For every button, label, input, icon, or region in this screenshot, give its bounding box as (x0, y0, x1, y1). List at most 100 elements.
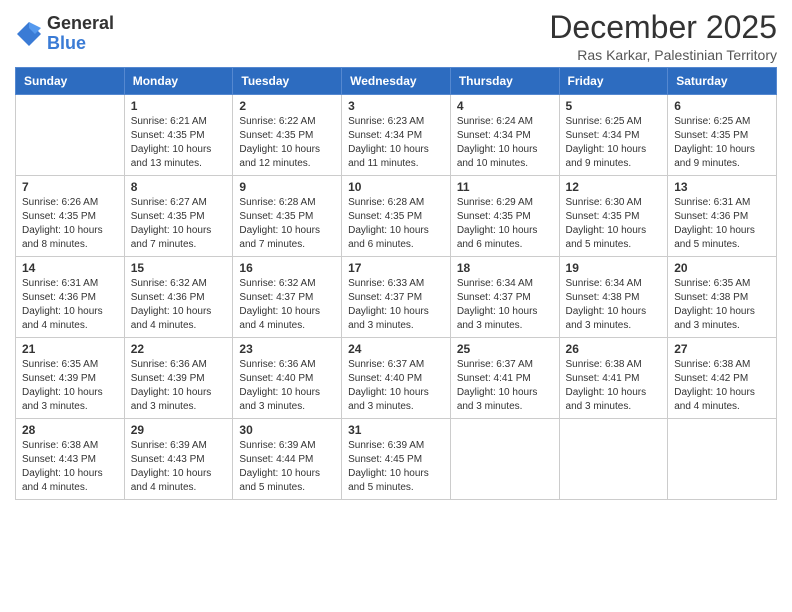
day-number: 29 (131, 423, 227, 437)
day-number: 18 (457, 261, 553, 275)
day-number: 13 (674, 180, 770, 194)
day-number: 15 (131, 261, 227, 275)
calendar-week-row: 1 Sunrise: 6:21 AM Sunset: 4:35 PM Daylig… (16, 95, 777, 176)
day-info: Sunrise: 6:21 AM Sunset: 4:35 PM Dayligh… (131, 115, 227, 171)
day-number: 2 (239, 99, 335, 113)
calendar-cell: 31 Sunrise: 6:39 AM Sunset: 4:45 PM Dayli… (342, 419, 451, 500)
day-number: 27 (674, 342, 770, 356)
day-info: Sunrise: 6:30 AM Sunset: 4:35 PM Dayligh… (566, 196, 662, 252)
day-number: 24 (348, 342, 444, 356)
calendar-week-row: 21Sunrise: 6:35 AM Sunset: 4:39 PM Dayli… (16, 338, 777, 419)
day-info: Sunrise: 6:32 AM Sunset: 4:36 PM Dayligh… (131, 277, 227, 333)
calendar-week-row: 28Sunrise: 6:38 AM Sunset: 4:43 PM Dayli… (16, 419, 777, 500)
day-info: Sunrise: 6:37 AM Sunset: 4:41 PM Dayligh… (457, 358, 553, 414)
day-number: 23 (239, 342, 335, 356)
calendar-cell: 11 Sunrise: 6:29 AM Sunset: 4:35 PM Dayli… (450, 176, 559, 257)
calendar-cell: 6 Sunrise: 6:25 AM Sunset: 4:35 PM Daylig… (668, 95, 777, 176)
day-number: 20 (674, 261, 770, 275)
calendar-cell (668, 419, 777, 500)
day-number: 14 (22, 261, 118, 275)
day-number: 6 (674, 99, 770, 113)
day-info: Sunrise: 6:34 AM Sunset: 4:38 PM Dayligh… (566, 277, 662, 333)
day-info: Sunrise: 6:39 AM Sunset: 4:43 PM Dayligh… (131, 439, 227, 495)
calendar-cell: 28Sunrise: 6:38 AM Sunset: 4:43 PM Dayli… (16, 419, 125, 500)
day-info: Sunrise: 6:38 AM Sunset: 4:42 PM Dayligh… (674, 358, 770, 414)
calendar-cell: 26Sunrise: 6:38 AM Sunset: 4:41 PM Dayli… (559, 338, 668, 419)
calendar-cell: 15 Sunrise: 6:32 AM Sunset: 4:36 PM Dayli… (124, 257, 233, 338)
day-of-week-header: Friday (559, 68, 668, 95)
calendar-cell: 20 Sunrise: 6:35 AM Sunset: 4:38 PM Dayli… (668, 257, 777, 338)
calendar-cell: 3 Sunrise: 6:23 AM Sunset: 4:34 PM Daylig… (342, 95, 451, 176)
calendar-cell: 16Sunrise: 6:32 AM Sunset: 4:37 PM Dayli… (233, 257, 342, 338)
day-of-week-header: Sunday (16, 68, 125, 95)
day-info: Sunrise: 6:31 AM Sunset: 4:36 PM Dayligh… (22, 277, 118, 333)
day-number: 30 (239, 423, 335, 437)
day-info: Sunrise: 6:27 AM Sunset: 4:35 PM Dayligh… (131, 196, 227, 252)
day-info: Sunrise: 6:39 AM Sunset: 4:44 PM Dayligh… (239, 439, 335, 495)
day-number: 31 (348, 423, 444, 437)
calendar-cell: 22 Sunrise: 6:36 AM Sunset: 4:39 PM Dayli… (124, 338, 233, 419)
day-info: Sunrise: 6:39 AM Sunset: 4:45 PM Dayligh… (348, 439, 444, 495)
day-of-week-header: Wednesday (342, 68, 451, 95)
calendar-cell: 14 Sunrise: 6:31 AM Sunset: 4:36 PM Dayli… (16, 257, 125, 338)
day-info: Sunrise: 6:33 AM Sunset: 4:37 PM Dayligh… (348, 277, 444, 333)
calendar-cell: 21Sunrise: 6:35 AM Sunset: 4:39 PM Dayli… (16, 338, 125, 419)
day-info: Sunrise: 6:25 AM Sunset: 4:34 PM Dayligh… (566, 115, 662, 171)
day-number: 7 (22, 180, 118, 194)
day-number: 25 (457, 342, 553, 356)
location-text: Ras Karkar, Palestinian Territory (549, 47, 777, 63)
day-info: Sunrise: 6:25 AM Sunset: 4:35 PM Dayligh… (674, 115, 770, 171)
day-number: 22 (131, 342, 227, 356)
logo-blue-text: Blue (47, 34, 114, 54)
day-of-week-header: Saturday (668, 68, 777, 95)
day-info: Sunrise: 6:31 AM Sunset: 4:36 PM Dayligh… (674, 196, 770, 252)
calendar-cell: 10 Sunrise: 6:28 AM Sunset: 4:35 PM Dayli… (342, 176, 451, 257)
calendar-cell: 18 Sunrise: 6:34 AM Sunset: 4:37 PM Dayli… (450, 257, 559, 338)
calendar-week-row: 14 Sunrise: 6:31 AM Sunset: 4:36 PM Dayli… (16, 257, 777, 338)
page-header: General Blue December 2025 Ras Karkar, P… (15, 10, 777, 63)
title-section: December 2025 Ras Karkar, Palestinian Te… (549, 10, 777, 63)
day-number: 10 (348, 180, 444, 194)
day-info: Sunrise: 6:23 AM Sunset: 4:34 PM Dayligh… (348, 115, 444, 171)
calendar-cell: 24 Sunrise: 6:37 AM Sunset: 4:40 PM Dayli… (342, 338, 451, 419)
logo-general-text: General (47, 14, 114, 34)
day-info: Sunrise: 6:26 AM Sunset: 4:35 PM Dayligh… (22, 196, 118, 252)
calendar-cell: 2 Sunrise: 6:22 AM Sunset: 4:35 PM Daylig… (233, 95, 342, 176)
calendar-table: SundayMondayTuesdayWednesdayThursdayFrid… (15, 67, 777, 500)
calendar-cell: 27 Sunrise: 6:38 AM Sunset: 4:42 PM Dayli… (668, 338, 777, 419)
day-number: 1 (131, 99, 227, 113)
logo-icon (15, 20, 43, 48)
day-of-week-header: Thursday (450, 68, 559, 95)
calendar-cell: 12Sunrise: 6:30 AM Sunset: 4:35 PM Dayli… (559, 176, 668, 257)
day-info: Sunrise: 6:38 AM Sunset: 4:43 PM Dayligh… (22, 439, 118, 495)
day-info: Sunrise: 6:37 AM Sunset: 4:40 PM Dayligh… (348, 358, 444, 414)
calendar-cell: 25 Sunrise: 6:37 AM Sunset: 4:41 PM Dayli… (450, 338, 559, 419)
day-info: Sunrise: 6:34 AM Sunset: 4:37 PM Dayligh… (457, 277, 553, 333)
day-number: 11 (457, 180, 553, 194)
day-number: 17 (348, 261, 444, 275)
day-info: Sunrise: 6:35 AM Sunset: 4:39 PM Dayligh… (22, 358, 118, 414)
day-info: Sunrise: 6:36 AM Sunset: 4:39 PM Dayligh… (131, 358, 227, 414)
day-number: 9 (239, 180, 335, 194)
day-number: 16 (239, 261, 335, 275)
day-of-week-header: Tuesday (233, 68, 342, 95)
calendar-cell: 29 Sunrise: 6:39 AM Sunset: 4:43 PM Dayli… (124, 419, 233, 500)
header-row: SundayMondayTuesdayWednesdayThursdayFrid… (16, 68, 777, 95)
day-number: 19 (566, 261, 662, 275)
calendar-cell: 23Sunrise: 6:36 AM Sunset: 4:40 PM Dayli… (233, 338, 342, 419)
calendar-cell: 19 Sunrise: 6:34 AM Sunset: 4:38 PM Dayli… (559, 257, 668, 338)
calendar-week-row: 7 Sunrise: 6:26 AM Sunset: 4:35 PM Daylig… (16, 176, 777, 257)
day-info: Sunrise: 6:24 AM Sunset: 4:34 PM Dayligh… (457, 115, 553, 171)
day-number: 3 (348, 99, 444, 113)
day-info: Sunrise: 6:35 AM Sunset: 4:38 PM Dayligh… (674, 277, 770, 333)
day-info: Sunrise: 6:28 AM Sunset: 4:35 PM Dayligh… (348, 196, 444, 252)
day-number: 8 (131, 180, 227, 194)
calendar-cell: 17 Sunrise: 6:33 AM Sunset: 4:37 PM Dayli… (342, 257, 451, 338)
day-info: Sunrise: 6:29 AM Sunset: 4:35 PM Dayligh… (457, 196, 553, 252)
month-title: December 2025 (549, 10, 777, 45)
calendar-body: 1 Sunrise: 6:21 AM Sunset: 4:35 PM Daylig… (16, 95, 777, 500)
calendar-cell: 4Sunrise: 6:24 AM Sunset: 4:34 PM Daylig… (450, 95, 559, 176)
calendar-cell: 5Sunrise: 6:25 AM Sunset: 4:34 PM Daylig… (559, 95, 668, 176)
day-info: Sunrise: 6:22 AM Sunset: 4:35 PM Dayligh… (239, 115, 335, 171)
calendar-cell (16, 95, 125, 176)
